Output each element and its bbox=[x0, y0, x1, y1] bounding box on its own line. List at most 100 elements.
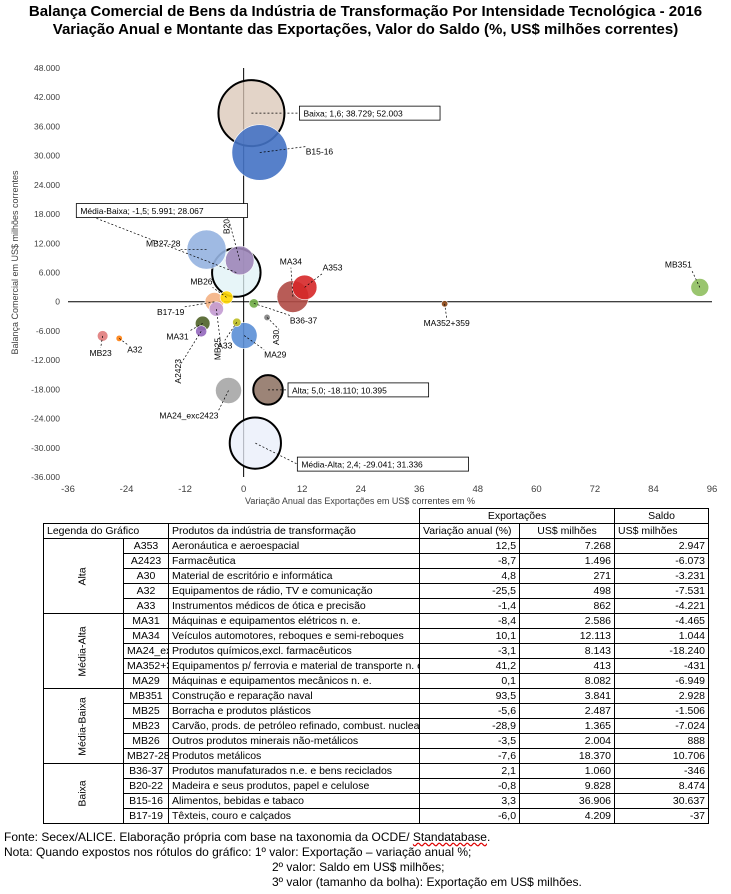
cell-code: MA24_exc2423 bbox=[123, 643, 169, 659]
cell-exportacoes: 12.113 bbox=[519, 628, 616, 644]
cell-variacao: 41,2 bbox=[419, 658, 521, 674]
x-tick-label: -36 bbox=[61, 484, 75, 495]
header-exportacoes: Exportações bbox=[419, 508, 616, 524]
header-saldo-usd: US$ milhões bbox=[614, 523, 710, 539]
table-row: A30 Material de escritório e informática 4… bbox=[44, 568, 710, 584]
label-mb26: MB26 bbox=[190, 276, 212, 286]
y-tick-label: 6.000 bbox=[39, 268, 61, 278]
cell-saldo: 10.706 bbox=[614, 748, 710, 764]
cell-code: MA29 bbox=[123, 673, 169, 689]
cell-product: Instrumentos médicos de ótica e precisão bbox=[167, 598, 421, 614]
cell-exportacoes: 7.268 bbox=[519, 538, 616, 554]
y-axis-title: Balança Comercial em US$ milhões corrent… bbox=[10, 170, 20, 355]
x-tick-label: 48 bbox=[473, 484, 484, 495]
table-header-row: Legenda do Gráfico Produtos da indústria … bbox=[43, 523, 710, 539]
cell-exportacoes: 36.906 bbox=[519, 793, 616, 809]
cell-variacao: -5,6 bbox=[419, 703, 521, 719]
x-tick-label: 72 bbox=[590, 484, 601, 495]
cell-product: Borracha e produtos plásticos bbox=[167, 703, 421, 719]
group-label: Alta bbox=[43, 538, 124, 614]
cell-exportacoes: 413 bbox=[519, 658, 616, 674]
cell-product: Madeira e seus produtos, papel e celulos… bbox=[167, 778, 421, 794]
cell-variacao: -8,7 bbox=[419, 553, 521, 569]
x-tick-label: 96 bbox=[707, 484, 718, 495]
cell-variacao: -1,4 bbox=[419, 598, 521, 614]
cell-saldo: -3.231 bbox=[614, 568, 710, 584]
table-row: Baixa B36-37 Produtos manufaturados n.e. e… bbox=[43, 763, 710, 824]
note-line1: Nota: Quando expostos nos rótulos do grá… bbox=[4, 845, 472, 859]
cell-exportacoes: 3.841 bbox=[519, 688, 616, 704]
table-row: A2423 Farmacêutica -8,7 1.496 -6.073 bbox=[44, 553, 710, 569]
cell-saldo: 888 bbox=[614, 733, 710, 749]
label-média-alta: Média-Alta; 2,4; -29.041; 31.336 bbox=[301, 460, 423, 470]
chart-title-line1: Balança Comercial de Bens da Indústria d… bbox=[28, 3, 703, 20]
cell-saldo: 1.044 bbox=[614, 628, 710, 644]
cell-product: Têxteis, couro e calçados bbox=[167, 808, 421, 824]
cell-product: Construção e reparação naval bbox=[167, 688, 421, 704]
cell-product: Equipamentos de rádio, TV e comunicação bbox=[167, 583, 421, 599]
cell-saldo: -18.240 bbox=[614, 643, 710, 659]
cell-saldo: 2.947 bbox=[614, 538, 710, 554]
source-note: Fonte: Secex/ALICE. Elaboração própria c… bbox=[4, 830, 491, 844]
label-alta: Alta; 5,0; -18.110; 10.395 bbox=[292, 385, 387, 395]
label-a2423: A2423 bbox=[173, 359, 183, 384]
cell-variacao: -0,8 bbox=[419, 778, 521, 794]
label-ma34: MA34 bbox=[280, 257, 302, 267]
cell-saldo: -6.949 bbox=[614, 673, 710, 689]
cell-exportacoes: 18.370 bbox=[519, 748, 616, 764]
label-mb27-28: MB27-28 bbox=[146, 239, 181, 249]
label-a32: A32 bbox=[127, 344, 142, 354]
cell-variacao: 2,1 bbox=[419, 763, 521, 779]
cell-variacao: -7,6 bbox=[419, 748, 521, 764]
cell-code: MA31 bbox=[123, 613, 169, 629]
cell-product: Alimentos, bebidas e tabaco bbox=[167, 793, 421, 809]
group-name: Média-Baixa bbox=[77, 696, 89, 756]
cell-product: Equipamentos p/ ferrovia e material de t… bbox=[167, 658, 421, 674]
cell-product: Produtos químicos,excl. farmacêuticos bbox=[167, 643, 421, 659]
cell-code: A33 bbox=[123, 598, 169, 614]
label-média-baixa: Média-Baixa; -1,5; 5.991; 28.067 bbox=[80, 206, 204, 216]
table-row: MB26 Outros produtos minerais não-metálic… bbox=[44, 733, 710, 749]
cell-code: B15-16 bbox=[123, 793, 169, 809]
cell-saldo: 2.928 bbox=[614, 688, 710, 704]
y-tick-label: 12.000 bbox=[34, 238, 60, 248]
cell-saldo: -4.465 bbox=[614, 613, 710, 629]
cell-saldo: -37 bbox=[614, 808, 710, 824]
cell-saldo: -431 bbox=[614, 658, 710, 674]
y-tick-label: -24.000 bbox=[31, 414, 60, 424]
header-variacao: Variação anual (%) bbox=[419, 523, 521, 539]
y-tick-label: -12.000 bbox=[31, 355, 60, 365]
label-mb25: MB25 bbox=[212, 338, 222, 360]
cell-saldo: -346 bbox=[614, 763, 710, 779]
header-saldo: Saldo bbox=[614, 508, 710, 524]
label-mb23: MB23 bbox=[90, 348, 112, 358]
cell-variacao: 0,1 bbox=[419, 673, 521, 689]
cell-product: Veículos automotores, reboques e semi-re… bbox=[167, 628, 421, 644]
label-b15-16: B15-16 bbox=[306, 147, 334, 157]
cell-variacao: -8,4 bbox=[419, 613, 521, 629]
cell-product: Material de escritório e informática bbox=[167, 568, 421, 584]
bubble-ma24_exc2423 bbox=[215, 377, 242, 404]
cell-exportacoes: 1.060 bbox=[519, 763, 616, 779]
cell-variacao: -28,9 bbox=[419, 718, 521, 734]
cell-variacao: 93,5 bbox=[419, 688, 521, 704]
header-exp-usd: US$ milhões bbox=[519, 523, 616, 539]
group-label: Média-Baixa bbox=[43, 688, 124, 764]
x-tick-label: 36 bbox=[414, 484, 425, 495]
x-tick-label: -24 bbox=[120, 484, 134, 495]
chart-title-line2: Variação Anual e Montante das Exportaçõe… bbox=[52, 21, 679, 38]
source-link: Standatabase bbox=[412, 830, 487, 844]
label-ma31: MA31 bbox=[166, 331, 188, 341]
header-produtos: Produtos da indústria de transformação bbox=[167, 523, 421, 539]
cell-saldo: -7.024 bbox=[614, 718, 710, 734]
cell-exportacoes: 2.487 bbox=[519, 703, 616, 719]
cell-exportacoes: 9.828 bbox=[519, 778, 616, 794]
y-tick-label: 48.000 bbox=[34, 63, 60, 73]
group-label: Média-Alta bbox=[43, 613, 124, 689]
cell-product: Farmacêutica bbox=[167, 553, 421, 569]
bubble-a32 bbox=[115, 334, 123, 342]
cell-variacao: -3,1 bbox=[419, 643, 521, 659]
cell-exportacoes: 4.209 bbox=[519, 808, 616, 824]
cell-code: MB23 bbox=[123, 718, 169, 734]
cell-code: A30 bbox=[123, 568, 169, 584]
